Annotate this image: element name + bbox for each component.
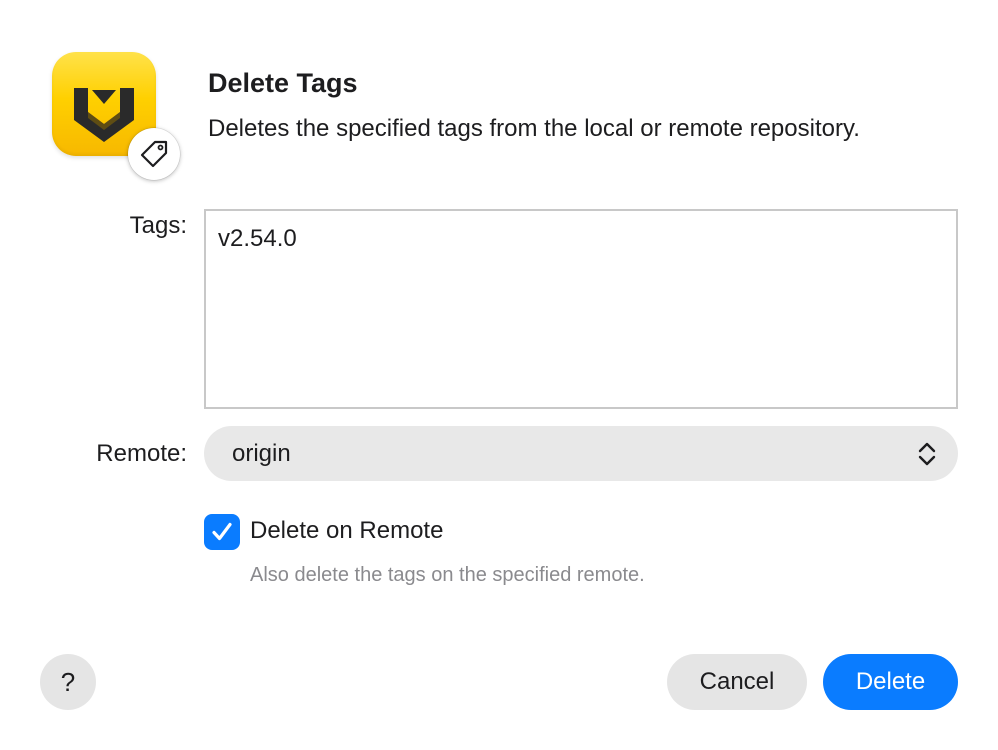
chevron-up-down-icon (918, 442, 936, 466)
delete-on-remote-checkbox[interactable] (204, 514, 240, 550)
remote-select[interactable]: origin (204, 426, 958, 481)
delete-tags-dialog: Delete Tags Deletes the specified tags f… (0, 0, 998, 750)
delete-on-remote-label[interactable]: Delete on Remote (250, 517, 443, 545)
cancel-button[interactable]: Cancel (667, 654, 807, 710)
tags-label: Tags: (129, 212, 187, 239)
dialog-title: Delete Tags (208, 68, 358, 98)
remote-selected-value: origin (232, 440, 291, 467)
tags-textarea[interactable]: v2.54.0 (204, 209, 958, 409)
tags-value: v2.54.0 (218, 225, 297, 252)
checkmark-icon (212, 522, 232, 541)
dialog-subtitle: Deletes the specified tags from the loca… (208, 115, 860, 142)
remote-label: Remote: (96, 440, 187, 467)
tag-icon (128, 128, 180, 180)
delete-button[interactable]: Delete (823, 654, 958, 710)
help-button[interactable]: ? (40, 654, 96, 710)
delete-on-remote-help: Also delete the tags on the specified re… (250, 564, 645, 586)
